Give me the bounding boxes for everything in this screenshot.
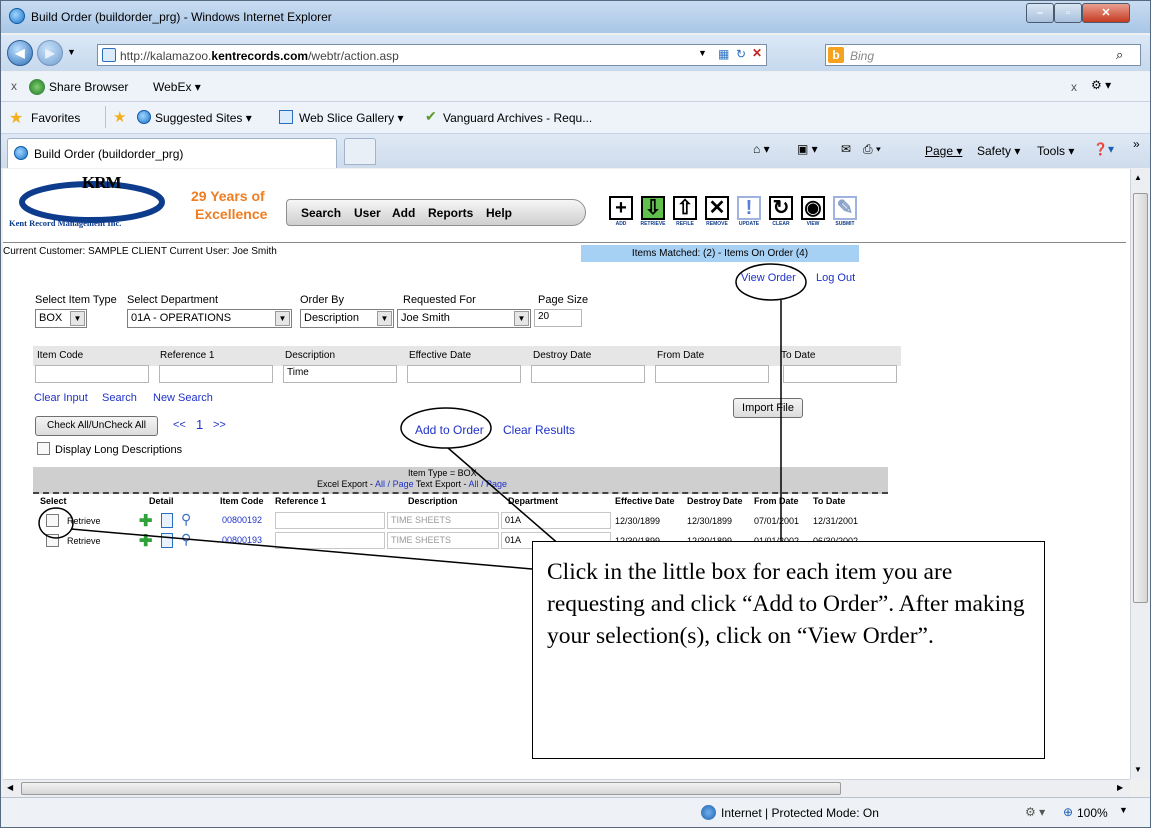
vertical-scroll-thumb[interactable]: [1133, 193, 1148, 603]
horizontal-scroll-thumb[interactable]: [21, 782, 841, 795]
arrow-line-add-to-order: [447, 447, 562, 547]
browser-window: Build Order (buildorder_prg) - Windows I…: [0, 0, 1151, 828]
add-to-order-highlight-circle: [400, 407, 492, 449]
callout-text: Click in the little box for each item yo…: [547, 559, 1025, 649]
scroll-up-icon[interactable]: ▲: [1134, 173, 1142, 182]
view-order-highlight-circle: [735, 263, 807, 301]
zoom-dropdown-icon[interactable]: ▼: [1119, 805, 1128, 815]
status-bar: Internet | Protected Mode: On ⚙ ▾ ⊕ 100%…: [1, 797, 1150, 827]
zoom-level[interactable]: 100%: [1077, 806, 1108, 820]
scroll-right-icon[interactable]: ▶: [1117, 783, 1123, 792]
scroll-left-icon[interactable]: ◀: [7, 783, 13, 792]
scroll-down-icon[interactable]: ▼: [1134, 765, 1142, 774]
instruction-callout: Click in the little box for each item yo…: [532, 541, 1045, 759]
vertical-scrollbar[interactable]: ▲ ▼: [1130, 169, 1150, 779]
zone-status: Internet | Protected Mode: On: [721, 806, 879, 820]
horizontal-scrollbar[interactable]: ◀ ▶: [3, 779, 1130, 797]
arrow-line-checkbox: [70, 528, 533, 570]
checkbox-highlight-circle: [38, 507, 74, 539]
globe-icon: [701, 805, 716, 820]
zoom-icon: ⊕: [1063, 805, 1074, 819]
zone-settings-icon[interactable]: ⚙ ▾: [1025, 805, 1045, 819]
